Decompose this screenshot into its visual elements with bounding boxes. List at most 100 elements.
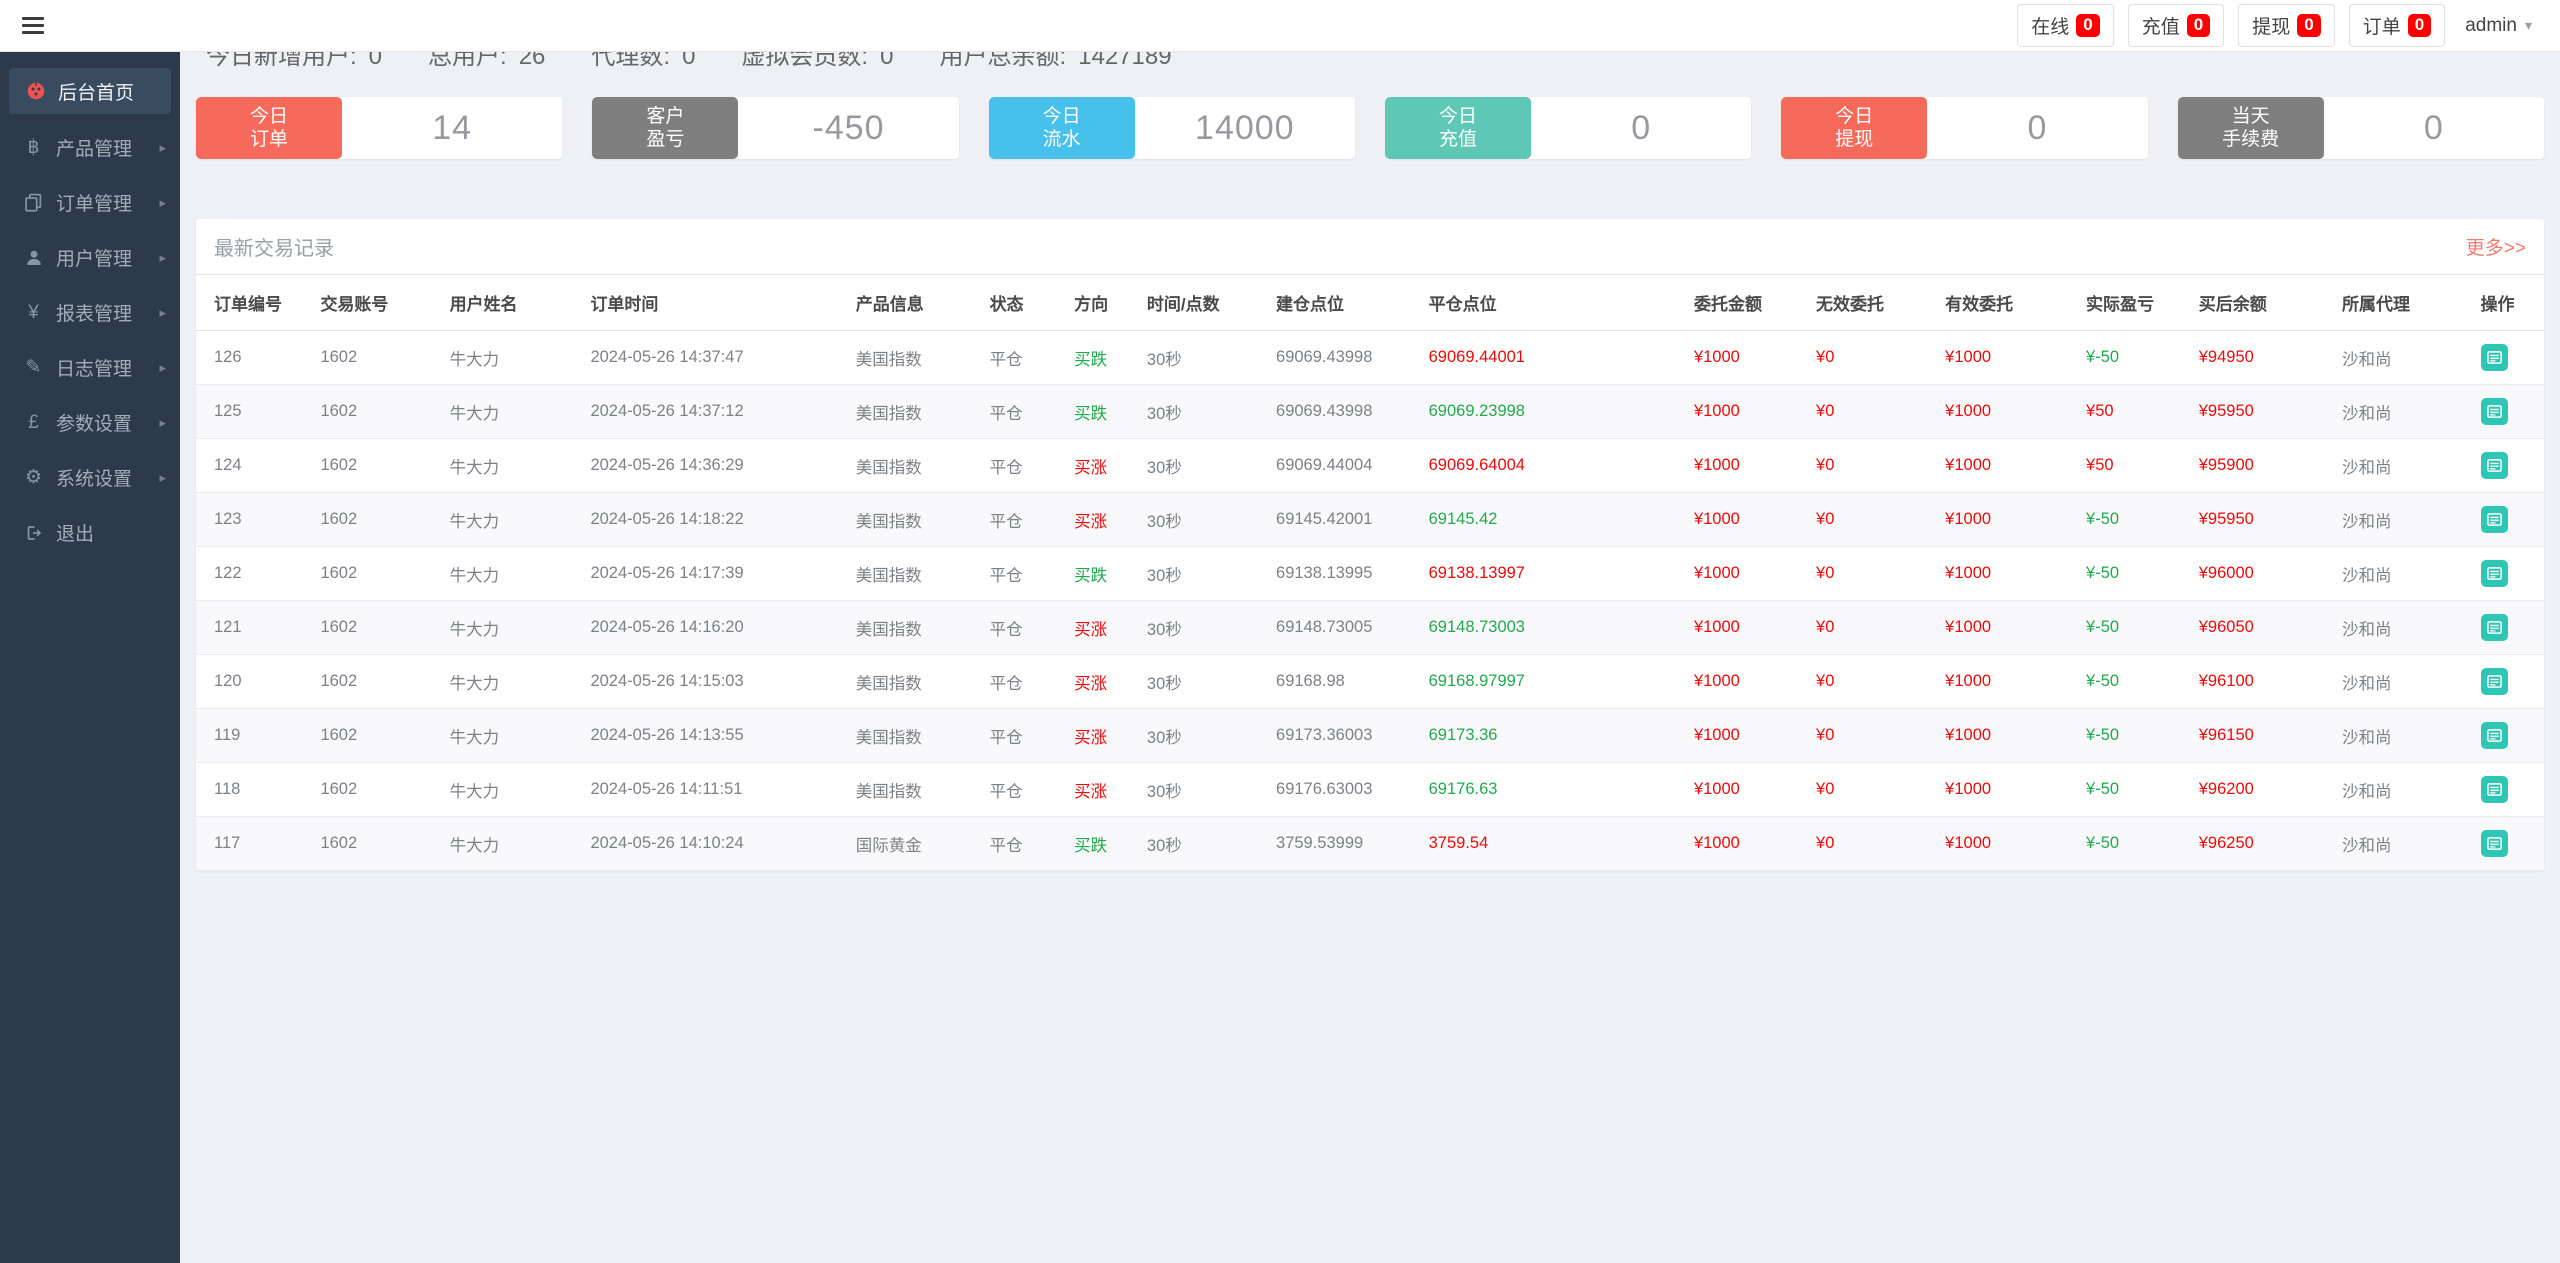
cell-profit: ¥-50 <box>2086 601 2199 655</box>
caret-down-icon: ▾ <box>2525 17 2532 34</box>
header-counter-button[interactable]: 在线 0 <box>2017 4 2113 47</box>
cell-duration: 30秒 <box>1147 385 1276 439</box>
cell-balance: ¥94950 <box>2199 331 2342 385</box>
order-detail-button[interactable] <box>2481 776 2508 803</box>
pound-icon: £ <box>20 412 47 434</box>
trades-table: 订单编号 交易账号 用户姓名 订单时间 产品信息 状态 方向 时间/点数 建仓点… <box>196 275 2544 871</box>
menu-toggle-button[interactable] <box>22 17 44 34</box>
sidebar-item-products[interactable]: ฿ 产品管理 ▸ <box>0 120 180 175</box>
cell-actions <box>2481 817 2545 871</box>
sidebar-item-home[interactable]: 后台首页 <box>9 68 171 114</box>
order-detail-button[interactable] <box>2481 614 2508 641</box>
stat-card-value: -450 <box>738 97 958 159</box>
cell-duration: 30秒 <box>1147 439 1276 493</box>
stat-card-label: 今日 流水 <box>989 97 1135 159</box>
order-detail-button[interactable] <box>2481 560 2508 587</box>
chevron-right-icon: ▸ <box>159 360 166 376</box>
cell-direction: 买跌 <box>1074 385 1147 439</box>
cell-user-name: 牛大力 <box>450 493 591 547</box>
header-counter-button[interactable]: 订单 0 <box>2349 4 2445 47</box>
main-content: 今日新增用户:0 总用户:26 代理数:0 虚拟会员数:0 用户总余额:1427… <box>180 0 2560 871</box>
cell-status: 平仓 <box>990 763 1075 817</box>
cell-order-id: 117 <box>196 817 320 871</box>
cell-agent: 沙和尚 <box>2342 655 2481 709</box>
col-valid: 有效委托 <box>1945 275 2086 331</box>
cell-user-name: 牛大力 <box>450 817 591 871</box>
cell-balance: ¥96050 <box>2199 601 2342 655</box>
cell-duration: 30秒 <box>1147 709 1276 763</box>
sidebar-item-reports[interactable]: ¥ 报表管理 ▸ <box>0 285 180 340</box>
cell-open-price: 69173.36003 <box>1276 709 1429 763</box>
cell-valid: ¥1000 <box>1945 439 2086 493</box>
list-icon <box>2487 458 2502 473</box>
sidebar-item-users[interactable]: 用户管理 ▸ <box>0 230 180 285</box>
cell-close-price: 69069.64004 <box>1429 439 1694 493</box>
order-detail-button[interactable] <box>2481 668 2508 695</box>
list-icon <box>2487 404 2502 419</box>
admin-username: admin <box>2465 15 2517 37</box>
cell-amount: ¥1000 <box>1694 601 1816 655</box>
cell-valid: ¥1000 <box>1945 709 2086 763</box>
header-right-group: 在线 0 充值 0 提现 0 订单 0 admin ▾ <box>2017 4 2538 47</box>
cell-status: 平仓 <box>990 439 1075 493</box>
sidebar-item-params[interactable]: £ 参数设置 ▸ <box>0 395 180 450</box>
cell-account: 1602 <box>320 547 449 601</box>
order-detail-button[interactable] <box>2481 398 2508 425</box>
cell-close-price: 3759.54 <box>1429 817 1694 871</box>
cell-open-price: 69069.44004 <box>1276 439 1429 493</box>
order-detail-button[interactable] <box>2481 506 2508 533</box>
cell-amount: ¥1000 <box>1694 439 1816 493</box>
count-badge: 0 <box>2187 14 2210 37</box>
stat-card: 今日 订单 14 <box>196 97 562 159</box>
cell-open-price: 69069.43998 <box>1276 331 1429 385</box>
cell-direction: 买涨 <box>1074 601 1147 655</box>
cell-status: 平仓 <box>990 709 1075 763</box>
cell-profit: ¥-50 <box>2086 763 2199 817</box>
order-detail-button[interactable] <box>2481 344 2508 371</box>
cell-actions <box>2481 763 2545 817</box>
cell-balance: ¥95950 <box>2199 493 2342 547</box>
cell-agent: 沙和尚 <box>2342 493 2481 547</box>
cell-close-price: 69138.13997 <box>1429 547 1694 601</box>
cell-product: 美国指数 <box>856 763 990 817</box>
cell-actions <box>2481 493 2545 547</box>
sidebar-item-logout[interactable]: 退出 <box>0 505 180 560</box>
cell-user-name: 牛大力 <box>450 709 591 763</box>
order-detail-button[interactable] <box>2481 452 2508 479</box>
col-balance: 买后余额 <box>2199 275 2342 331</box>
orders-icon <box>20 193 47 212</box>
counter-label: 充值 <box>2142 12 2180 39</box>
list-icon <box>2487 728 2502 743</box>
cell-balance: ¥96150 <box>2199 709 2342 763</box>
cell-status: 平仓 <box>990 817 1075 871</box>
cell-open-price: 69145.42001 <box>1276 493 1429 547</box>
col-actions: 操作 <box>2481 275 2545 331</box>
sidebar-item-logs[interactable]: ✎ 日志管理 ▸ <box>0 340 180 395</box>
top-header: 在线 0 充值 0 提现 0 订单 0 admin ▾ <box>0 0 2560 52</box>
sidebar: 后台首页 ฿ 产品管理 ▸ 订单管理 ▸ 用户管理 ▸ ¥ 报表管理 ▸ ✎ 日… <box>0 52 180 1263</box>
stat-cards-row: 今日 订单 14 客户 盈亏 -450 今日 流水 14000 今日 <box>196 97 2544 159</box>
order-detail-button[interactable] <box>2481 830 2508 857</box>
cell-product: 美国指数 <box>856 709 990 763</box>
cell-amount: ¥1000 <box>1694 385 1816 439</box>
col-open-price: 建仓点位 <box>1276 275 1429 331</box>
header-counter-button[interactable]: 提现 0 <box>2238 4 2334 47</box>
stat-card-value: 0 <box>1531 97 1751 159</box>
admin-user-menu[interactable]: admin ▾ <box>2459 15 2538 37</box>
col-profit: 实际盈亏 <box>2086 275 2199 331</box>
sidebar-item-system[interactable]: ⚙ 系统设置 ▸ <box>0 450 180 505</box>
header-counter-button[interactable]: 充值 0 <box>2128 4 2224 47</box>
cell-balance: ¥96250 <box>2199 817 2342 871</box>
cell-valid: ¥1000 <box>1945 547 2086 601</box>
cell-invalid: ¥0 <box>1816 547 1945 601</box>
more-link[interactable]: 更多>> <box>2466 233 2526 260</box>
cell-amount: ¥1000 <box>1694 655 1816 709</box>
cell-product: 美国指数 <box>856 493 990 547</box>
cell-invalid: ¥0 <box>1816 601 1945 655</box>
order-detail-button[interactable] <box>2481 722 2508 749</box>
table-row: 121 1602 牛大力 2024-05-26 14:16:20 美国指数 平仓… <box>196 601 2544 655</box>
cell-duration: 30秒 <box>1147 655 1276 709</box>
sidebar-item-orders[interactable]: 订单管理 ▸ <box>0 175 180 230</box>
cell-order-id: 120 <box>196 655 320 709</box>
cell-balance: ¥96000 <box>2199 547 2342 601</box>
